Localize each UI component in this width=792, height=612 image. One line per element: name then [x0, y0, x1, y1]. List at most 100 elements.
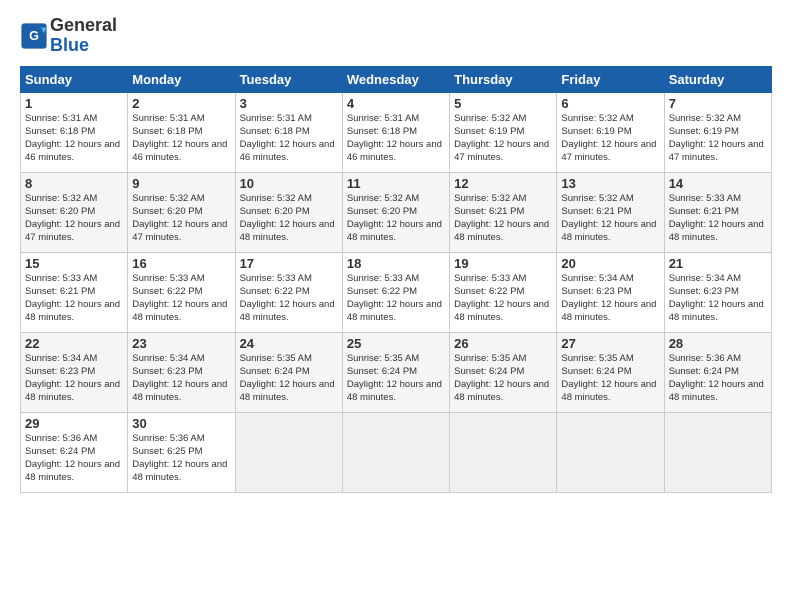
day-cell — [450, 412, 557, 492]
day-number: 15 — [25, 256, 123, 271]
day-cell: 19 Sunrise: 5:33 AMSunset: 6:22 PMDaylig… — [450, 252, 557, 332]
day-cell: 9 Sunrise: 5:32 AMSunset: 6:20 PMDayligh… — [128, 172, 235, 252]
day-number: 1 — [25, 96, 123, 111]
day-info: Sunrise: 5:32 AMSunset: 6:20 PMDaylight:… — [25, 192, 123, 245]
day-cell: 13 Sunrise: 5:32 AMSunset: 6:21 PMDaylig… — [557, 172, 664, 252]
day-cell — [557, 412, 664, 492]
week-row-4: 22 Sunrise: 5:34 AMSunset: 6:23 PMDaylig… — [21, 332, 772, 412]
day-number: 29 — [25, 416, 123, 431]
svg-text:G: G — [29, 29, 39, 43]
day-number: 28 — [669, 336, 767, 351]
week-row-5: 29 Sunrise: 5:36 AMSunset: 6:24 PMDaylig… — [21, 412, 772, 492]
day-number: 21 — [669, 256, 767, 271]
day-cell: 27 Sunrise: 5:35 AMSunset: 6:24 PMDaylig… — [557, 332, 664, 412]
day-info: Sunrise: 5:32 AMSunset: 6:20 PMDaylight:… — [347, 192, 445, 245]
day-number: 7 — [669, 96, 767, 111]
day-info: Sunrise: 5:32 AMSunset: 6:19 PMDaylight:… — [561, 112, 659, 165]
day-cell: 29 Sunrise: 5:36 AMSunset: 6:24 PMDaylig… — [21, 412, 128, 492]
day-number: 12 — [454, 176, 552, 191]
day-cell: 5 Sunrise: 5:32 AMSunset: 6:19 PMDayligh… — [450, 92, 557, 172]
day-info: Sunrise: 5:33 AMSunset: 6:21 PMDaylight:… — [25, 272, 123, 325]
col-wednesday: Wednesday — [342, 66, 449, 92]
day-cell: 23 Sunrise: 5:34 AMSunset: 6:23 PMDaylig… — [128, 332, 235, 412]
col-sunday: Sunday — [21, 66, 128, 92]
day-info: Sunrise: 5:34 AMSunset: 6:23 PMDaylight:… — [669, 272, 767, 325]
day-info: Sunrise: 5:33 AMSunset: 6:22 PMDaylight:… — [454, 272, 552, 325]
day-number: 9 — [132, 176, 230, 191]
day-cell: 17 Sunrise: 5:33 AMSunset: 6:22 PMDaylig… — [235, 252, 342, 332]
day-info: Sunrise: 5:32 AMSunset: 6:19 PMDaylight:… — [669, 112, 767, 165]
day-info: Sunrise: 5:32 AMSunset: 6:21 PMDaylight:… — [561, 192, 659, 245]
day-number: 5 — [454, 96, 552, 111]
day-number: 2 — [132, 96, 230, 111]
col-thursday: Thursday — [450, 66, 557, 92]
day-info: Sunrise: 5:33 AMSunset: 6:22 PMDaylight:… — [132, 272, 230, 325]
day-info: Sunrise: 5:34 AMSunset: 6:23 PMDaylight:… — [132, 352, 230, 405]
day-info: Sunrise: 5:35 AMSunset: 6:24 PMDaylight:… — [347, 352, 445, 405]
day-info: Sunrise: 5:31 AMSunset: 6:18 PMDaylight:… — [347, 112, 445, 165]
day-number: 22 — [25, 336, 123, 351]
calendar-table: SundayMondayTuesdayWednesdayThursdayFrid… — [20, 66, 772, 493]
day-cell: 11 Sunrise: 5:32 AMSunset: 6:20 PMDaylig… — [342, 172, 449, 252]
week-row-1: 1 Sunrise: 5:31 AMSunset: 6:18 PMDayligh… — [21, 92, 772, 172]
day-cell: 1 Sunrise: 5:31 AMSunset: 6:18 PMDayligh… — [21, 92, 128, 172]
day-cell: 22 Sunrise: 5:34 AMSunset: 6:23 PMDaylig… — [21, 332, 128, 412]
day-info: Sunrise: 5:33 AMSunset: 6:21 PMDaylight:… — [669, 192, 767, 245]
day-number: 23 — [132, 336, 230, 351]
logo-icon: G — [20, 22, 48, 50]
day-number: 27 — [561, 336, 659, 351]
day-cell: 15 Sunrise: 5:33 AMSunset: 6:21 PMDaylig… — [21, 252, 128, 332]
day-info: Sunrise: 5:34 AMSunset: 6:23 PMDaylight:… — [25, 352, 123, 405]
day-number: 11 — [347, 176, 445, 191]
day-number: 20 — [561, 256, 659, 271]
day-number: 26 — [454, 336, 552, 351]
day-cell: 21 Sunrise: 5:34 AMSunset: 6:23 PMDaylig… — [664, 252, 771, 332]
day-info: Sunrise: 5:33 AMSunset: 6:22 PMDaylight:… — [347, 272, 445, 325]
page-container: G General Blue SundayMondayTuesdayWednes… — [0, 0, 792, 503]
day-cell: 30 Sunrise: 5:36 AMSunset: 6:25 PMDaylig… — [128, 412, 235, 492]
day-cell: 8 Sunrise: 5:32 AMSunset: 6:20 PMDayligh… — [21, 172, 128, 252]
week-row-3: 15 Sunrise: 5:33 AMSunset: 6:21 PMDaylig… — [21, 252, 772, 332]
day-number: 17 — [240, 256, 338, 271]
day-cell — [342, 412, 449, 492]
day-info: Sunrise: 5:36 AMSunset: 6:24 PMDaylight:… — [25, 432, 123, 485]
day-number: 30 — [132, 416, 230, 431]
day-info: Sunrise: 5:32 AMSunset: 6:19 PMDaylight:… — [454, 112, 552, 165]
day-info: Sunrise: 5:32 AMSunset: 6:20 PMDaylight:… — [132, 192, 230, 245]
week-row-2: 8 Sunrise: 5:32 AMSunset: 6:20 PMDayligh… — [21, 172, 772, 252]
day-cell: 2 Sunrise: 5:31 AMSunset: 6:18 PMDayligh… — [128, 92, 235, 172]
day-number: 19 — [454, 256, 552, 271]
day-number: 10 — [240, 176, 338, 191]
day-number: 4 — [347, 96, 445, 111]
header: G General Blue — [20, 16, 772, 56]
day-info: Sunrise: 5:34 AMSunset: 6:23 PMDaylight:… — [561, 272, 659, 325]
day-info: Sunrise: 5:33 AMSunset: 6:22 PMDaylight:… — [240, 272, 338, 325]
day-cell: 3 Sunrise: 5:31 AMSunset: 6:18 PMDayligh… — [235, 92, 342, 172]
day-cell: 10 Sunrise: 5:32 AMSunset: 6:20 PMDaylig… — [235, 172, 342, 252]
day-cell: 28 Sunrise: 5:36 AMSunset: 6:24 PMDaylig… — [664, 332, 771, 412]
day-number: 24 — [240, 336, 338, 351]
day-info: Sunrise: 5:35 AMSunset: 6:24 PMDaylight:… — [240, 352, 338, 405]
day-cell: 26 Sunrise: 5:35 AMSunset: 6:24 PMDaylig… — [450, 332, 557, 412]
day-number: 18 — [347, 256, 445, 271]
day-info: Sunrise: 5:32 AMSunset: 6:20 PMDaylight:… — [240, 192, 338, 245]
day-info: Sunrise: 5:31 AMSunset: 6:18 PMDaylight:… — [240, 112, 338, 165]
day-cell — [664, 412, 771, 492]
day-cell — [235, 412, 342, 492]
day-info: Sunrise: 5:36 AMSunset: 6:25 PMDaylight:… — [132, 432, 230, 485]
logo: G General Blue — [20, 16, 117, 56]
day-cell: 25 Sunrise: 5:35 AMSunset: 6:24 PMDaylig… — [342, 332, 449, 412]
day-cell: 14 Sunrise: 5:33 AMSunset: 6:21 PMDaylig… — [664, 172, 771, 252]
day-number: 13 — [561, 176, 659, 191]
day-info: Sunrise: 5:36 AMSunset: 6:24 PMDaylight:… — [669, 352, 767, 405]
day-info: Sunrise: 5:31 AMSunset: 6:18 PMDaylight:… — [132, 112, 230, 165]
col-monday: Monday — [128, 66, 235, 92]
col-saturday: Saturday — [664, 66, 771, 92]
day-info: Sunrise: 5:31 AMSunset: 6:18 PMDaylight:… — [25, 112, 123, 165]
day-cell: 18 Sunrise: 5:33 AMSunset: 6:22 PMDaylig… — [342, 252, 449, 332]
day-cell: 12 Sunrise: 5:32 AMSunset: 6:21 PMDaylig… — [450, 172, 557, 252]
col-friday: Friday — [557, 66, 664, 92]
day-cell: 16 Sunrise: 5:33 AMSunset: 6:22 PMDaylig… — [128, 252, 235, 332]
day-number: 8 — [25, 176, 123, 191]
day-number: 6 — [561, 96, 659, 111]
